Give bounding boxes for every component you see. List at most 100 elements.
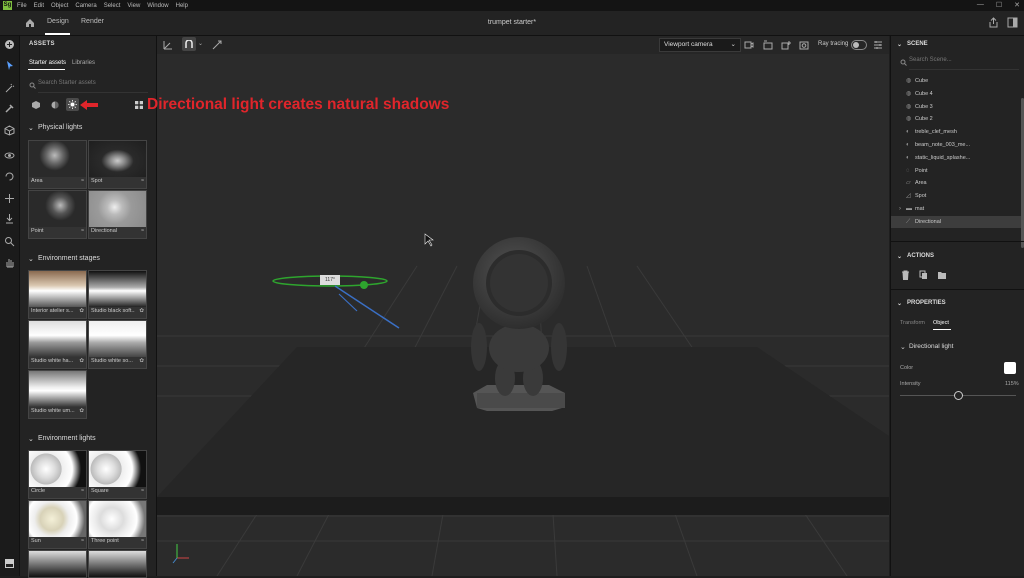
rotate-icon[interactable] (4, 171, 15, 182)
scene-item[interactable]: ◍ Cube (891, 75, 1021, 87)
section-physical-lights[interactable]: Physical lights (38, 124, 82, 131)
duplicate-icon[interactable] (919, 270, 928, 280)
options-icon[interactable]: ≈ (141, 488, 144, 494)
chevron-right-icon[interactable]: › (899, 203, 901, 215)
camera-view-icon[interactable] (763, 40, 773, 50)
asset-studio-black-soft[interactable]: Studio black soft... ✿ (88, 270, 147, 319)
section-chevron-icon[interactable]: ⌄ (28, 255, 34, 263)
asset-more-1[interactable] (28, 550, 87, 578)
share-icon[interactable] (988, 17, 999, 28)
intensity-slider-thumb[interactable] (954, 391, 963, 400)
menu-help[interactable]: Help (176, 3, 188, 9)
options-icon[interactable]: ≈ (81, 228, 84, 234)
options-icon[interactable]: ≈ (81, 538, 84, 544)
eyedropper-icon[interactable] (4, 103, 15, 114)
asset-square-light[interactable]: Square ≈ (88, 450, 147, 499)
intensity-slider-track[interactable] (900, 391, 1016, 400)
camera-select[interactable]: Viewport camera ⌄ (659, 38, 741, 52)
menu-window[interactable]: Window (147, 3, 168, 9)
frame-icon[interactable] (212, 40, 222, 50)
grid-view-icon[interactable] (135, 101, 143, 109)
scene-item[interactable]: ◐ static_liquid_splashe... (891, 152, 1021, 164)
scene-item[interactable]: › ▬ mat (891, 203, 1021, 215)
options-icon[interactable]: ✿ (79, 358, 84, 364)
scene-item[interactable]: ◐ beam_note_003_me... (891, 139, 1021, 151)
tab-transform[interactable]: Transform (900, 320, 925, 326)
menu-edit[interactable]: Edit (34, 3, 44, 9)
asset-more-2[interactable] (88, 550, 147, 578)
move-icon[interactable] (4, 193, 15, 204)
select-tool-icon[interactable] (4, 60, 15, 71)
camera-bookmark-icon[interactable] (744, 40, 754, 50)
viewport[interactable]: 117° ⌄ Viewport camera ⌄ Ray tracing (157, 36, 889, 576)
delete-icon[interactable] (901, 270, 910, 280)
options-icon[interactable]: ≈ (141, 228, 144, 234)
minimize-button[interactable]: — (977, 1, 984, 9)
asset-spot-light[interactable]: Spot ≈ (88, 140, 147, 189)
options-icon[interactable]: ✿ (139, 358, 144, 364)
directional-light-section[interactable]: Directional light (909, 343, 953, 350)
chevron-down-icon[interactable]: ⌄ (897, 41, 902, 48)
light-category-button[interactable] (66, 98, 79, 111)
scene-item[interactable]: ◍ Cube 2 (891, 113, 1021, 125)
menu-select[interactable]: Select (104, 3, 121, 9)
options-icon[interactable]: ≈ (141, 178, 144, 184)
transform-icon[interactable] (163, 40, 173, 50)
asset-interior-atelier[interactable]: Interior atelier s... ✿ (28, 270, 87, 319)
options-icon[interactable]: ✿ (79, 308, 84, 314)
menu-file[interactable]: File (17, 3, 27, 9)
tab-starter-assets[interactable]: Starter assets (29, 60, 66, 66)
scene-item[interactable]: ◍ Cube 4 (891, 88, 1021, 100)
options-icon[interactable]: ≈ (81, 178, 84, 184)
asset-studio-white-hard[interactable]: Studio white ha... ✿ (28, 320, 87, 369)
scene-item[interactable]: ◍ Cube 3 (891, 101, 1021, 113)
add-icon[interactable] (4, 39, 15, 50)
close-button[interactable]: ✕ (1014, 1, 1020, 9)
menu-camera[interactable]: Camera (75, 3, 96, 9)
color-swatch[interactable] (1004, 362, 1016, 374)
asset-circle-light[interactable]: Circle ≈ (28, 450, 87, 499)
scene-item[interactable]: ◿ Spot (891, 190, 1021, 202)
scene-item[interactable]: ◐ treble_clef_mesh (891, 126, 1021, 138)
options-icon[interactable]: ≈ (141, 538, 144, 544)
section-chevron-icon[interactable]: ⌄ (28, 435, 34, 443)
asset-studio-white-umbrella[interactable]: Studio white um... ✿ (28, 370, 87, 419)
assets-search-input[interactable]: Search Starter assets (38, 80, 148, 93)
screenshot-icon[interactable] (799, 40, 809, 50)
scene-item[interactable]: ⟋ Directional (891, 215, 1021, 228)
menu-view[interactable]: View (127, 3, 140, 9)
panel-toggle-icon[interactable] (1007, 17, 1018, 28)
camera-add-icon[interactable] (781, 40, 791, 50)
material-category-icon[interactable] (51, 101, 59, 109)
drop-to-ground-icon[interactable] (4, 213, 15, 224)
scene-item[interactable]: ◌ Point (891, 165, 1021, 177)
options-icon[interactable]: ✿ (139, 308, 144, 314)
group-folder-icon[interactable] (937, 270, 947, 280)
magic-wand-icon[interactable] (4, 83, 15, 94)
asset-point-light[interactable]: Point ≈ (28, 190, 87, 239)
chevron-down-icon[interactable]: ⌄ (897, 253, 902, 260)
section-environment-lights[interactable]: Environment lights (38, 435, 96, 442)
tab-object[interactable]: Object (933, 320, 949, 326)
asset-directional-light[interactable]: Directional ≈ (88, 190, 147, 239)
pan-hand-icon[interactable] (4, 257, 15, 268)
orbit-icon[interactable] (4, 150, 15, 161)
asset-three-point-light[interactable]: Three point ≈ (88, 500, 147, 549)
asset-area-light[interactable]: Area ≈ (28, 140, 87, 189)
shape-category-icon[interactable] (32, 101, 40, 109)
tab-libraries[interactable]: Libraries (72, 60, 95, 66)
cube-tool-icon[interactable] (4, 125, 15, 136)
zoom-icon[interactable] (4, 236, 15, 247)
options-icon[interactable]: ≈ (81, 488, 84, 494)
scene-search-input[interactable]: Search Scene... (909, 57, 1019, 70)
chevron-down-icon[interactable]: ⌄ (900, 343, 906, 351)
asset-studio-white-soft[interactable]: Studio white so... ✿ (88, 320, 147, 369)
snap-button[interactable] (182, 37, 196, 51)
scene-item[interactable]: ▱ Area (891, 177, 1021, 189)
chevron-down-icon[interactable]: ⌄ (897, 300, 902, 307)
section-chevron-icon[interactable]: ⌄ (28, 124, 34, 132)
maximize-button[interactable]: ☐ (996, 1, 1002, 9)
ray-tracing-toggle[interactable] (851, 40, 867, 50)
asset-sun-light[interactable]: Sun ≈ (28, 500, 87, 549)
menu-object[interactable]: Object (51, 3, 68, 9)
